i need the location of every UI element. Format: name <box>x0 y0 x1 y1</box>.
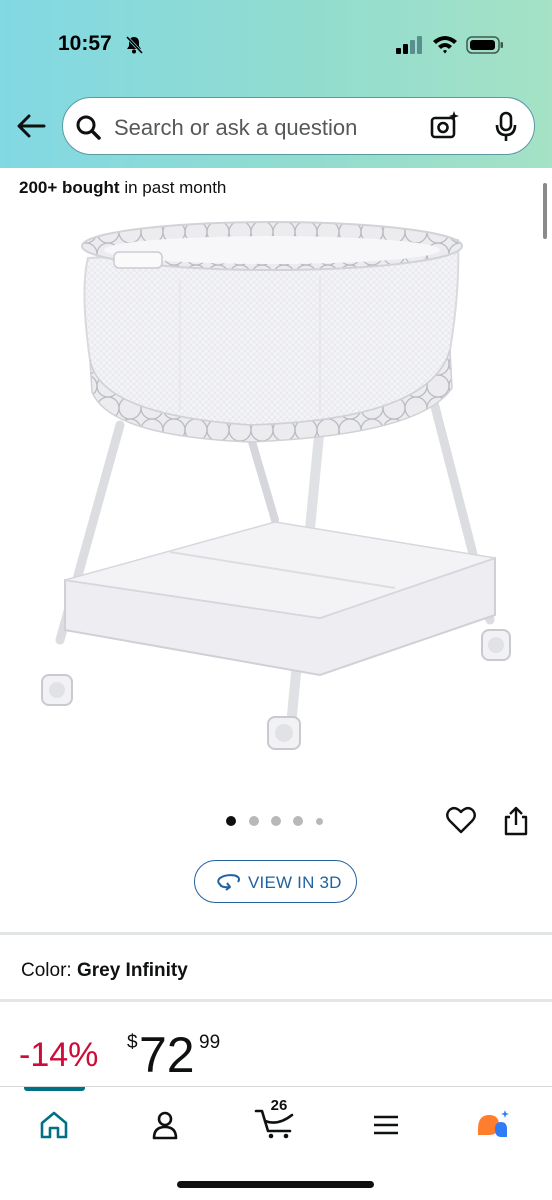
image-pagination-dots[interactable] <box>225 814 335 828</box>
view-in-3d-label: VIEW IN 3D <box>248 873 342 892</box>
home-indicator[interactable] <box>177 1181 374 1188</box>
price-whole: 72 <box>139 1027 195 1083</box>
discount-percent: -14% <box>19 1036 99 1074</box>
battery-icon <box>466 36 503 54</box>
bell-muted-icon <box>125 35 144 55</box>
camera-search-icon[interactable] <box>429 110 461 142</box>
bought-in-past-month: 200+ bought in past month <box>19 178 226 198</box>
wifi-icon <box>433 36 457 54</box>
microphone-icon[interactable] <box>493 111 519 143</box>
cart-icon <box>254 1109 294 1139</box>
status-time: 10:57 <box>58 32 112 55</box>
color-selector[interactable]: Color: Grey Infinity <box>21 960 188 982</box>
account-icon[interactable] <box>147 1107 183 1143</box>
heart-icon[interactable] <box>446 806 476 834</box>
active-tab-indicator <box>24 1087 85 1091</box>
rufus-assistant-icon[interactable] <box>475 1107 511 1143</box>
rotate-3d-icon <box>217 874 240 891</box>
search-input[interactable]: Search or ask a question <box>62 97 535 155</box>
pagination-dot[interactable] <box>316 818 323 825</box>
menu-icon[interactable] <box>368 1107 404 1143</box>
back-arrow-button[interactable] <box>14 110 50 142</box>
search-icon <box>76 115 101 140</box>
color-value: Grey Infinity <box>76 960 188 981</box>
cellular-signal-icon <box>396 36 422 54</box>
cart-tab[interactable]: 26 <box>254 1097 298 1141</box>
bought-count: 200+ bought <box>19 178 120 197</box>
view-in-3d-button[interactable]: VIEW IN 3D <box>194 860 357 903</box>
app-header: 10:57 Search or ask a question <box>0 0 552 168</box>
divider <box>0 999 552 1002</box>
pagination-dot[interactable] <box>271 816 281 826</box>
color-label: Color: <box>21 960 77 981</box>
pagination-dot[interactable] <box>293 816 303 826</box>
search-placeholder: Search or ask a question <box>114 115 358 140</box>
pagination-dot-active[interactable] <box>226 816 236 826</box>
price-currency: $ <box>127 1032 138 1053</box>
product-image-bassinet[interactable] <box>20 210 530 770</box>
pagination-dot[interactable] <box>249 816 259 826</box>
share-icon[interactable] <box>502 805 530 837</box>
bought-suffix: in past month <box>119 178 227 197</box>
divider <box>0 932 552 935</box>
home-icon[interactable] <box>36 1107 72 1143</box>
scroll-indicator <box>543 183 547 239</box>
price-fraction: 99 <box>199 1032 221 1053</box>
